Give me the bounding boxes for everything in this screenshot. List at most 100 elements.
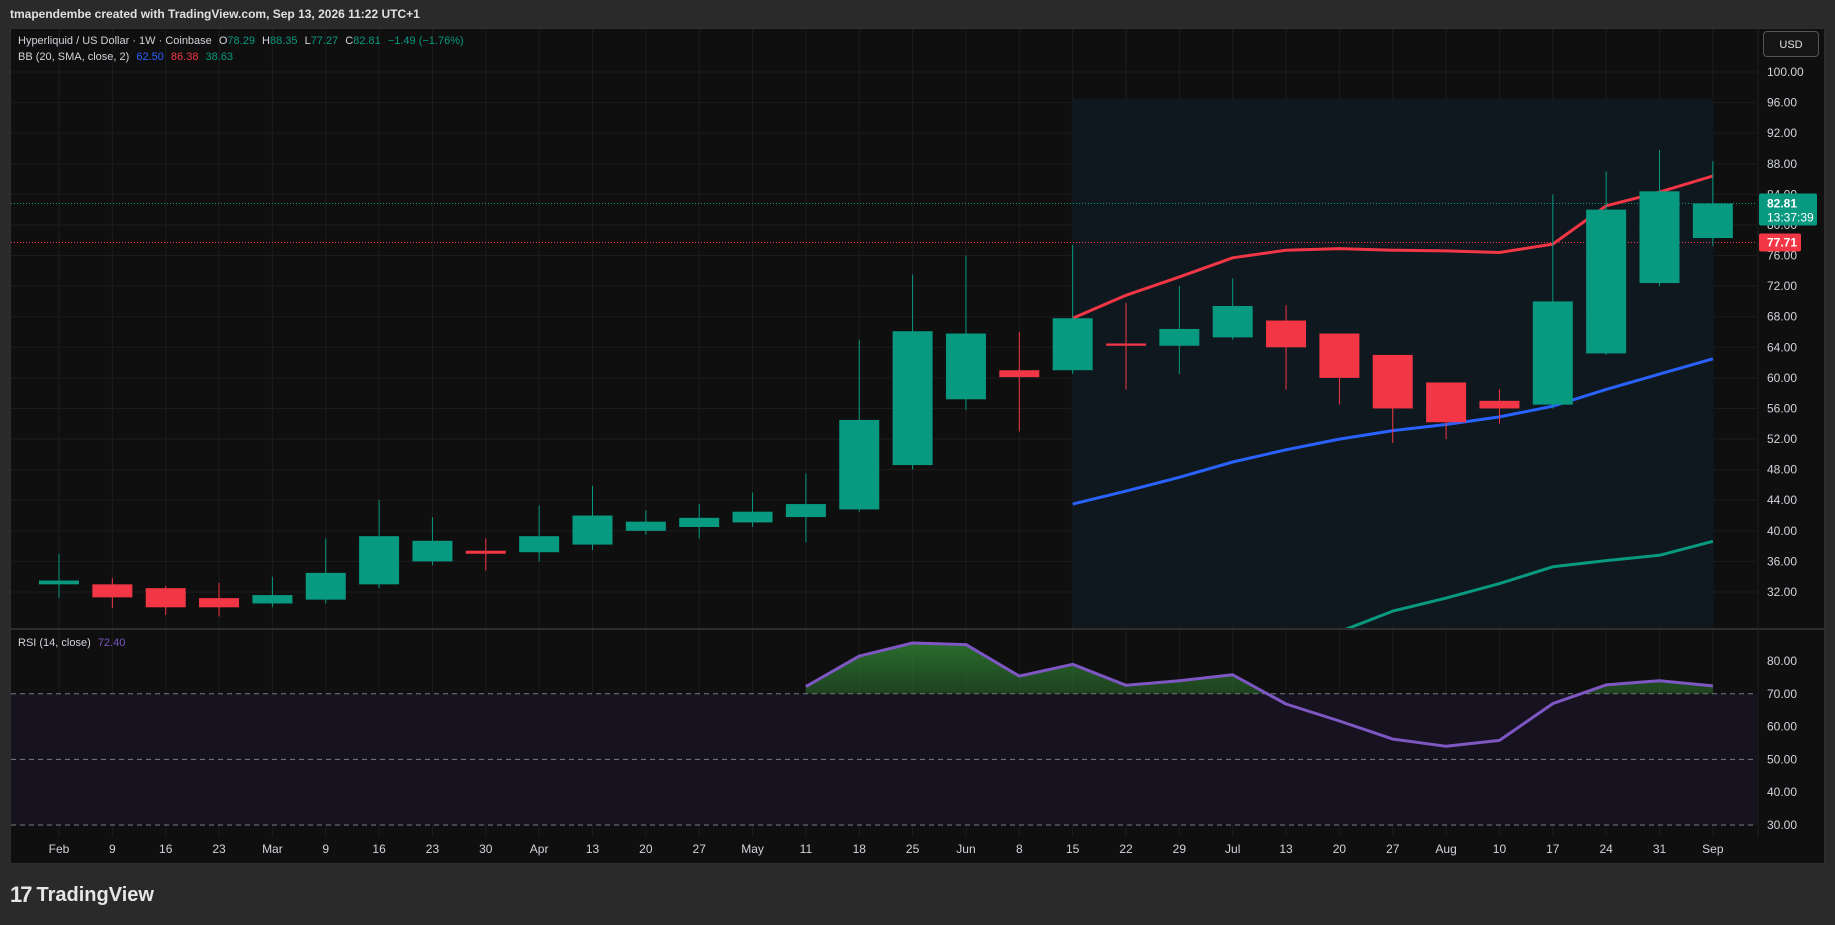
- time-tick-label: Aug: [1435, 842, 1456, 856]
- rsi-value: 72.40: [97, 637, 126, 649]
- time-tick-label: 13: [1279, 842, 1293, 856]
- time-tick-label: 9: [322, 842, 329, 856]
- candle-body: [785, 504, 826, 518]
- candle: [465, 538, 506, 571]
- close-value: 82.81: [353, 35, 381, 47]
- candle-body: [412, 540, 453, 562]
- candle: [412, 517, 453, 566]
- candle-body: [252, 595, 293, 604]
- change-value: −1.49 (−1.76%): [387, 35, 464, 47]
- candle: [199, 582, 240, 617]
- price-tick-label: 88.00: [1767, 157, 1797, 171]
- candle-body: [1639, 191, 1680, 284]
- time-tick-label: 16: [372, 842, 386, 856]
- rsi-tick-label: 40.00: [1767, 785, 1797, 799]
- tradingview-logo-icon: 17: [10, 882, 33, 907]
- price-tick-label: 60.00: [1767, 371, 1797, 385]
- time-tick-label: 30: [479, 842, 493, 856]
- time-tick-label: 22: [1119, 842, 1133, 856]
- bb-label: BB (20, SMA, close, 2): [18, 51, 130, 63]
- candle-body: [519, 536, 560, 553]
- time-tick-label: 10: [1493, 842, 1507, 856]
- time-tick-label: 20: [1333, 842, 1347, 856]
- candle-body: [1692, 203, 1733, 239]
- candle: [839, 339, 880, 512]
- candle-body: [1586, 209, 1627, 354]
- price-axis: 100.0096.0092.0088.0084.0080.0076.0072.0…: [1767, 65, 1804, 599]
- time-tick-label: 31: [1653, 842, 1667, 856]
- time-tick-label: Apr: [530, 842, 549, 856]
- candle: [785, 473, 826, 543]
- rsi-tick-label: 70.00: [1767, 687, 1797, 701]
- time-tick-label: 20: [639, 842, 653, 856]
- candle: [92, 578, 133, 609]
- candle-body: [892, 331, 933, 466]
- price-tick-label: 64.00: [1767, 340, 1797, 354]
- time-tick-label: 16: [159, 842, 173, 856]
- rsi-legend: RSI (14, close) 72.40: [18, 637, 125, 649]
- low-value: 77.27: [310, 35, 339, 47]
- rsi-tick-label: 30.00: [1767, 818, 1797, 832]
- candle-body: [305, 572, 346, 600]
- time-tick-label: 27: [1386, 842, 1400, 856]
- currency-button[interactable]: USD: [1763, 31, 1819, 57]
- time-tick-label: 27: [693, 842, 707, 856]
- rsi-label: RSI (14, close): [18, 637, 91, 649]
- candle-body: [1266, 320, 1307, 348]
- candle: [892, 274, 933, 470]
- time-tick-label: 17: [1546, 842, 1560, 856]
- time-tick-label: 8: [1016, 842, 1023, 856]
- open-value: 78.29: [227, 35, 255, 47]
- last-price-text: 82.81: [1767, 196, 1797, 210]
- candle-body: [1479, 400, 1520, 409]
- high-value: 88.35: [269, 35, 298, 47]
- candle: [732, 492, 773, 527]
- red-price-text: 77.71: [1767, 235, 1797, 249]
- candle: [359, 500, 400, 589]
- price-tick-label: 52.00: [1767, 432, 1797, 446]
- bb-legend: BB (20, SMA, close, 2) 62.50 86.38 38.63: [18, 51, 233, 63]
- candle-body: [679, 517, 720, 527]
- price-tags: 82.8113:37:39 77.71: [1759, 193, 1817, 252]
- candle-body: [625, 521, 666, 531]
- candle-body: [1319, 333, 1360, 378]
- time-tick-label: 18: [853, 842, 867, 856]
- time-tick-label: Feb: [49, 842, 70, 856]
- time-tick-label: May: [741, 842, 764, 856]
- brand-name: TradingView: [36, 883, 154, 906]
- time-tick-label: 9: [109, 842, 116, 856]
- price-tick-label: 92.00: [1767, 126, 1797, 140]
- symbol-legend: Hyperliquid / US Dollar · 1W · Coinbase …: [18, 35, 464, 47]
- price-tick-label: 56.00: [1767, 401, 1797, 415]
- rsi-axis: 80.00 70.00 60.00 50.00 40.00 30.00: [1767, 654, 1797, 832]
- candle-body: [199, 598, 240, 608]
- price-tick-label: 100.00: [1767, 65, 1804, 79]
- price-tick-label: 48.00: [1767, 463, 1797, 477]
- candle-body: [945, 333, 986, 400]
- price-tick-label: 44.00: [1767, 493, 1797, 507]
- time-tick-label: 15: [1066, 842, 1080, 856]
- candle-body: [145, 588, 186, 608]
- candle: [305, 538, 346, 604]
- price-tick-label: 68.00: [1767, 310, 1797, 324]
- rsi-tick-label: 80.00: [1767, 654, 1797, 668]
- candle-body: [1212, 306, 1253, 338]
- price-tick-label: 72.00: [1767, 279, 1797, 293]
- chart-canvas[interactable]: 100.0096.0092.0088.0084.0080.0076.0072.0…: [0, 0, 1835, 925]
- candle: [519, 505, 560, 562]
- candle-body: [572, 515, 613, 545]
- bb-basis-value: 62.50: [136, 51, 164, 63]
- high-label: H: [262, 35, 270, 47]
- candle-body: [465, 550, 506, 554]
- time-tick-label: 23: [426, 842, 440, 856]
- time-tick-label: 25: [906, 842, 920, 856]
- candle-body: [732, 511, 773, 523]
- candle-body: [1106, 343, 1146, 346]
- candle: [572, 485, 613, 550]
- price-tick-label: 40.00: [1767, 524, 1797, 538]
- time-tick-label: Sep: [1702, 842, 1724, 856]
- footer-logo: 17 TradingView: [10, 880, 154, 910]
- candle-body: [1372, 354, 1413, 409]
- rsi-tick-label: 60.00: [1767, 720, 1797, 734]
- candle: [145, 585, 186, 615]
